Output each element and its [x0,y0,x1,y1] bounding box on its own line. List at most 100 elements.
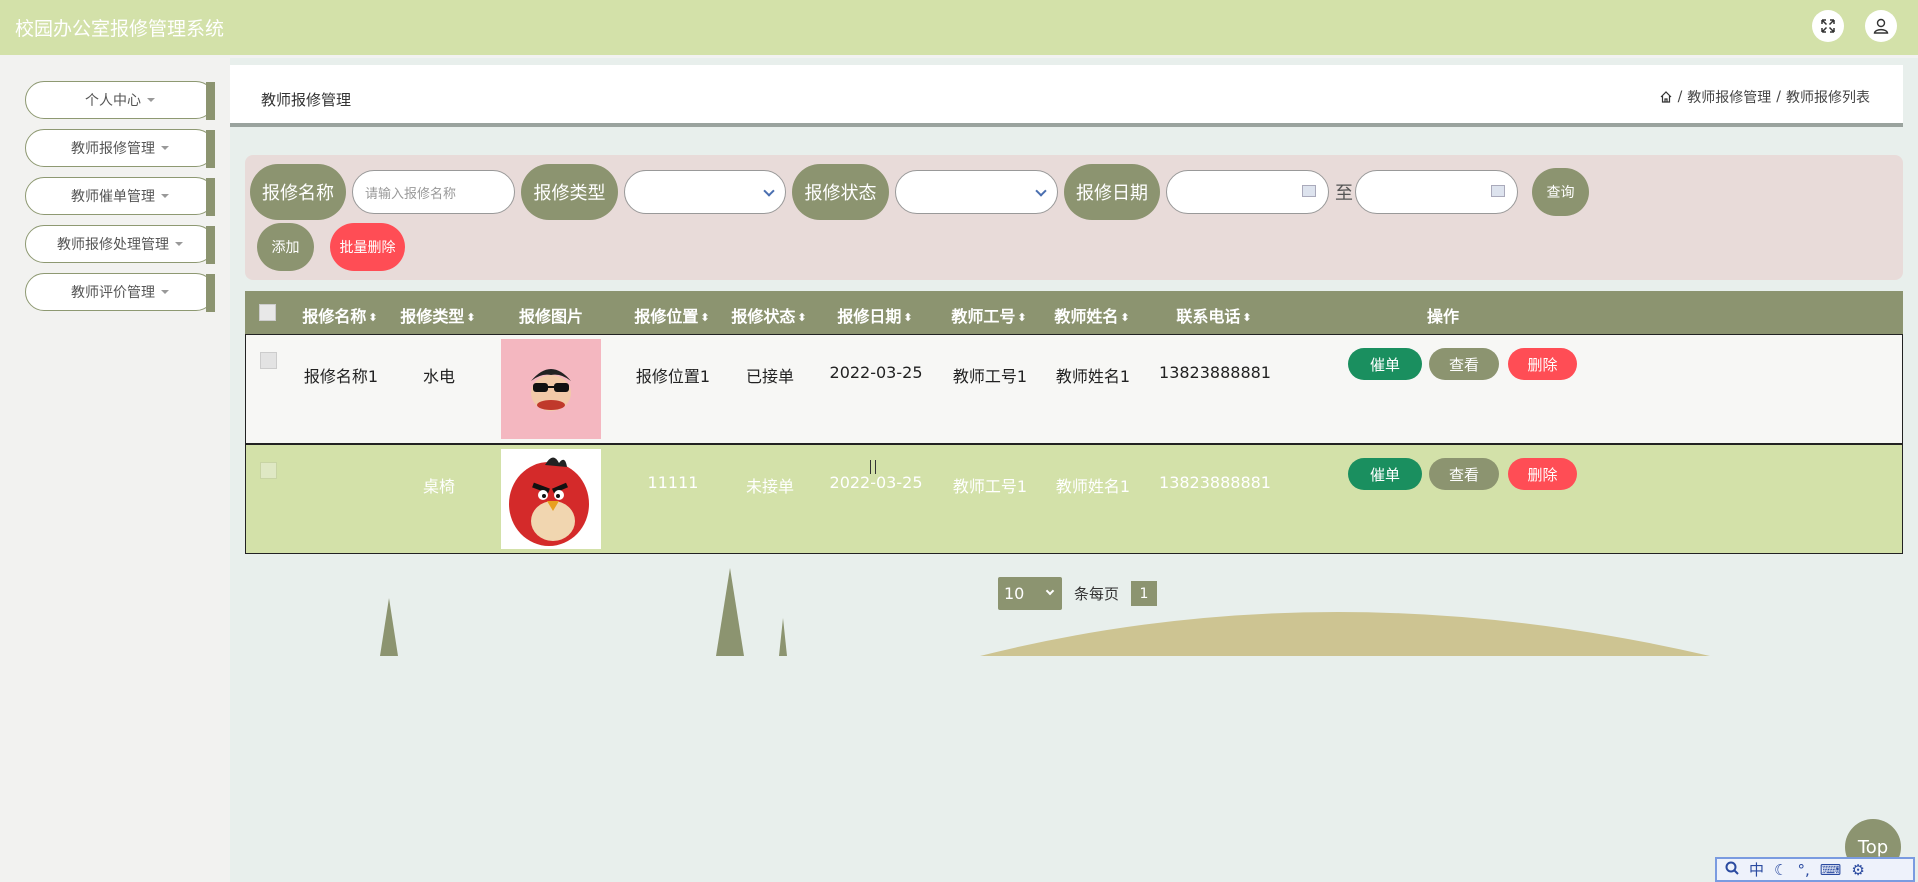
cell-type: 桌椅 [422,477,456,496]
sidebar-item-evaluation[interactable]: 教师评价管理 [25,273,215,312]
sidebar-item-teacher-urge[interactable]: 教师催单管理 [25,177,215,216]
sidebar-item-label: 教师报修处理管理 [57,237,169,253]
row-checkbox[interactable] [260,462,277,479]
search-icon[interactable] [1725,861,1739,879]
repair-name-input[interactable]: 请输入报修名称 [352,170,515,214]
caret-down-icon [161,146,169,150]
delete-button[interactable]: 删除 [1508,348,1577,380]
calendar-icon[interactable] [1491,185,1505,197]
date-start-input[interactable] [1166,170,1329,214]
sidebar: 个人中心 教师报修管理 教师催单管理 教师报修处理管理 教师评价管理 [0,58,230,882]
column-header-status[interactable]: 报修状态 ⬍ [731,303,806,327]
cell-phone: 13823888881 [1159,363,1271,382]
cell-phone: 13823888881 [1159,473,1271,492]
repair-date-label: 报修日期 [1064,164,1160,220]
repair-type-label: 报修类型 [521,164,618,220]
query-button[interactable]: 查询 [1532,168,1589,216]
column-header-date[interactable]: 报修日期 ⬍ [837,303,912,327]
chevron-down-icon [1045,586,1055,596]
ime-toolbar: 中 ☾ °, ⌨ ⚙ [1715,857,1915,882]
row-checkbox[interactable] [260,352,277,369]
page-title: 教师报修管理 [261,91,352,109]
add-button[interactable]: 添加 [257,223,314,271]
urge-button[interactable]: 催单 [1348,458,1422,490]
calendar-icon[interactable] [1302,185,1316,197]
table-row: 桌椅 11111 未接单 2022-03-25 教师工号1 教师姓名1 1382… [245,444,1903,554]
cell-teacher-id: 教师工号1 [952,477,1028,496]
cell-location: 11111 [647,473,699,492]
table-row: 报修名称1 水电 报修位置1 已接单 2022-03-25 教师工号1 教师姓名… [245,334,1903,444]
cell-location: 报修位置1 [635,367,711,386]
sort-icon: ⬍ [797,311,807,324]
cell-status: 未接单 [745,477,795,496]
sidebar-item-personal-center[interactable]: 个人中心 [25,81,215,120]
date-end-input[interactable] [1355,170,1518,214]
sort-icon: ⬍ [466,311,476,324]
fullscreen-icon[interactable] [1812,10,1844,42]
caret-down-icon [147,98,155,102]
column-header-image: 报修图片 [518,307,584,326]
repair-status-select[interactable] [895,170,1058,214]
page-header: 教师报修管理 / 教师报修管理 / 教师报修列表 [230,65,1903,127]
table-header: 报修名称 ⬍ 报修类型 ⬍ 报修图片 报修位置 ⬍ 报修状态 ⬍ 报修日期 ⬍ 教师工号 ⬍… [245,291,1903,334]
moon-icon[interactable]: ☾ [1774,861,1787,879]
chevron-down-icon [763,185,775,197]
monkey-avatar-image[interactable] [501,339,601,439]
pagination: 10 条每页 1 [998,577,1158,610]
batch-delete-button[interactable]: 批量删除 [330,223,405,271]
caret-down-icon [161,194,169,198]
caret-down-icon [161,290,169,294]
cell-status: 已接单 [745,367,795,386]
sidebar-item-marker [206,82,215,120]
breadcrumb-item[interactable]: 教师报修管理 [1687,87,1771,107]
column-header-phone[interactable]: 联系电话 ⬍ [1176,303,1251,327]
sort-icon: ⬍ [1017,311,1027,324]
sidebar-item-label: 个人中心 [85,93,141,109]
sidebar-item-repair-handling[interactable]: 教师报修处理管理 [25,225,215,264]
sidebar-item-marker [206,130,215,168]
repair-type-select[interactable] [624,170,786,214]
sidebar-item-marker [206,226,215,264]
select-all-checkbox[interactable] [259,304,276,321]
ime-mode-label[interactable]: 中 [1749,859,1764,880]
sort-icon: ⬍ [700,311,710,324]
column-header-teacher-name[interactable]: 教师姓名 ⬍ [1054,303,1129,327]
breadcrumb-separator: / [1677,89,1683,105]
sidebar-item-label: 教师报修管理 [71,141,155,157]
breadcrumb-separator: / [1776,89,1781,105]
main-content: 教师报修管理 / 教师报修管理 / 教师报修列表 报修名称 请输入报修名称 报修… [230,58,1918,882]
app-title: 校园办公室报修管理系统 [15,18,225,40]
settings-icon[interactable]: ⚙ [1851,861,1864,879]
page-size-select[interactable]: 10 [998,577,1062,610]
column-header-type[interactable]: 报修类型 ⬍ [400,303,475,327]
red-bird-image[interactable] [501,449,601,549]
view-button[interactable]: 查看 [1429,348,1499,380]
view-button[interactable]: 查看 [1429,458,1499,490]
sidebar-item-marker [206,274,215,312]
home-icon[interactable] [1659,90,1673,104]
sidebar-item-label: 教师评价管理 [71,285,155,301]
cell-type: 水电 [422,367,456,386]
user-icon[interactable] [1865,10,1897,42]
keyboard-icon[interactable]: ⌨ [1820,861,1842,879]
cell-date: 2022-03-25 [829,473,923,492]
sidebar-item-teacher-repair[interactable]: 教师报修管理 [25,129,215,168]
column-header-teacher-id[interactable]: 教师工号 ⬍ [951,303,1026,327]
punctuation-icon[interactable]: °, [1797,861,1809,879]
cell-name: 报修名称1 [303,367,379,386]
delete-button[interactable]: 删除 [1508,458,1577,490]
page-number-button[interactable]: 1 [1131,581,1158,606]
sidebar-item-label: 教师催单管理 [71,189,155,205]
column-header-name[interactable]: 报修名称 ⬍ [302,303,377,327]
sort-icon: ⬍ [368,311,378,324]
column-header-location[interactable]: 报修位置 ⬍ [634,303,709,327]
sort-icon: ⬍ [903,311,913,324]
sort-icon: ⬍ [1120,311,1130,324]
sort-icon: ⬍ [1242,311,1252,324]
chevron-down-icon [1035,185,1047,197]
urge-button[interactable]: 催单 [1348,348,1422,380]
text-cursor-icon [870,460,876,474]
cell-teacher-name: 教师姓名1 [1055,367,1131,386]
column-header-actions: 操作 [1426,307,1460,326]
cell-teacher-name: 教师姓名1 [1055,477,1131,496]
